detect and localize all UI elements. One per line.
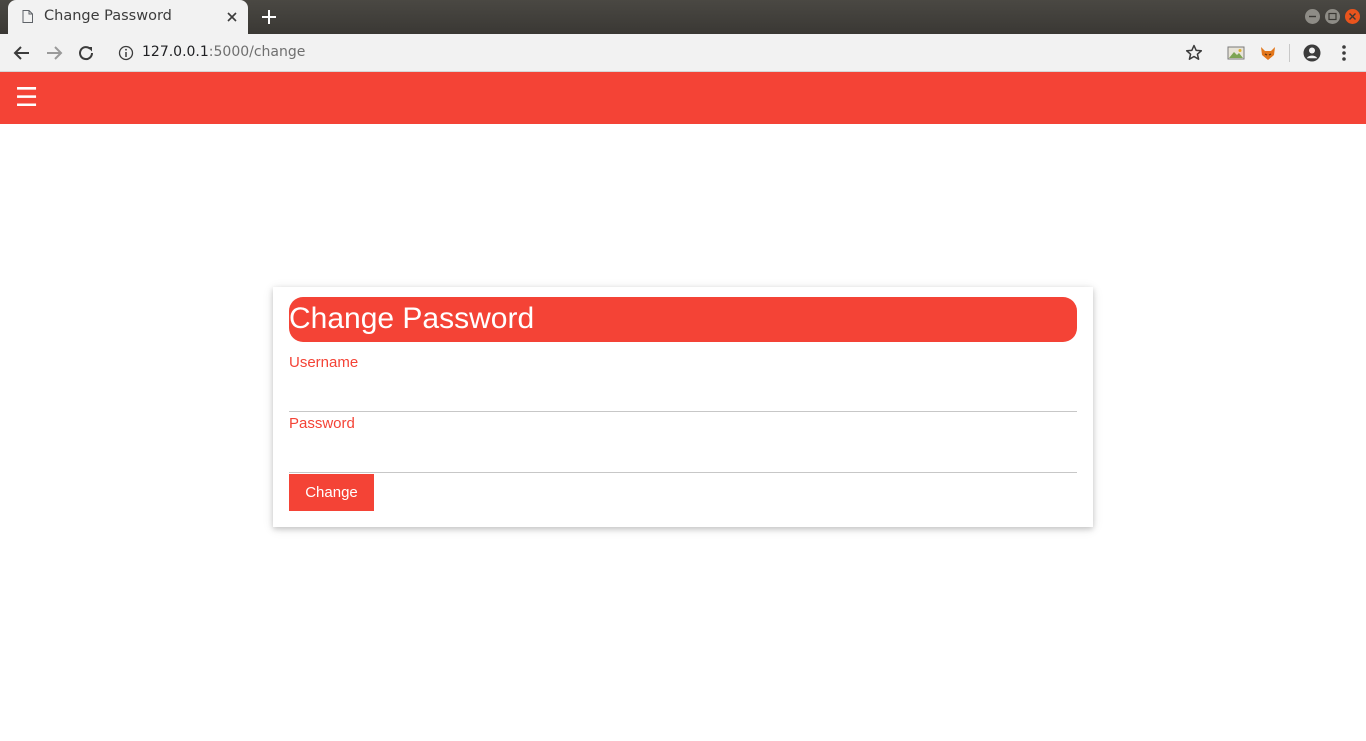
url-host: 127.0.0.1 <box>142 44 209 60</box>
new-tab-icon[interactable] <box>260 8 278 26</box>
star-icon[interactable] <box>1184 43 1204 63</box>
close-icon[interactable] <box>224 9 240 25</box>
back-icon[interactable] <box>11 42 33 64</box>
menu-dots-icon[interactable] <box>1333 42 1355 64</box>
card-header: Change Password <box>289 297 1077 342</box>
info-icon[interactable] <box>118 45 134 61</box>
hamburger-menu-icon[interactable]: ☰ <box>15 85 38 111</box>
username-field[interactable] <box>289 382 1077 412</box>
tab-title: Change Password <box>44 8 172 24</box>
url-text: 127.0.0.1:5000/change <box>142 44 305 60</box>
username-label: Username <box>289 354 359 371</box>
image-extension-icon[interactable] <box>1225 42 1247 64</box>
forward-icon[interactable] <box>43 42 65 64</box>
page-title: Change Password <box>289 302 535 335</box>
browser-tab-strip: Change Password <box>0 0 1366 34</box>
change-password-card: Change Password Username Password Change <box>273 287 1093 527</box>
change-button[interactable]: Change <box>289 474 374 511</box>
toolbar-separator <box>1289 44 1290 62</box>
minimize-icon[interactable] <box>1305 9 1320 24</box>
password-field[interactable] <box>289 443 1077 473</box>
reload-icon[interactable] <box>75 42 97 64</box>
fox-extension-icon[interactable] <box>1257 42 1279 64</box>
app-bar: ☰ <box>0 72 1366 124</box>
window-close-icon[interactable] <box>1345 9 1360 24</box>
maximize-icon[interactable] <box>1325 9 1340 24</box>
page-icon <box>22 10 33 23</box>
url-path: :5000/change <box>208 44 306 60</box>
address-bar[interactable]: 127.0.0.1:5000/change <box>108 37 1218 68</box>
browser-tab[interactable]: Change Password <box>8 0 248 34</box>
password-label: Password <box>289 415 355 432</box>
browser-toolbar: 127.0.0.1:5000/change <box>0 34 1366 72</box>
account-icon[interactable] <box>1301 42 1323 64</box>
